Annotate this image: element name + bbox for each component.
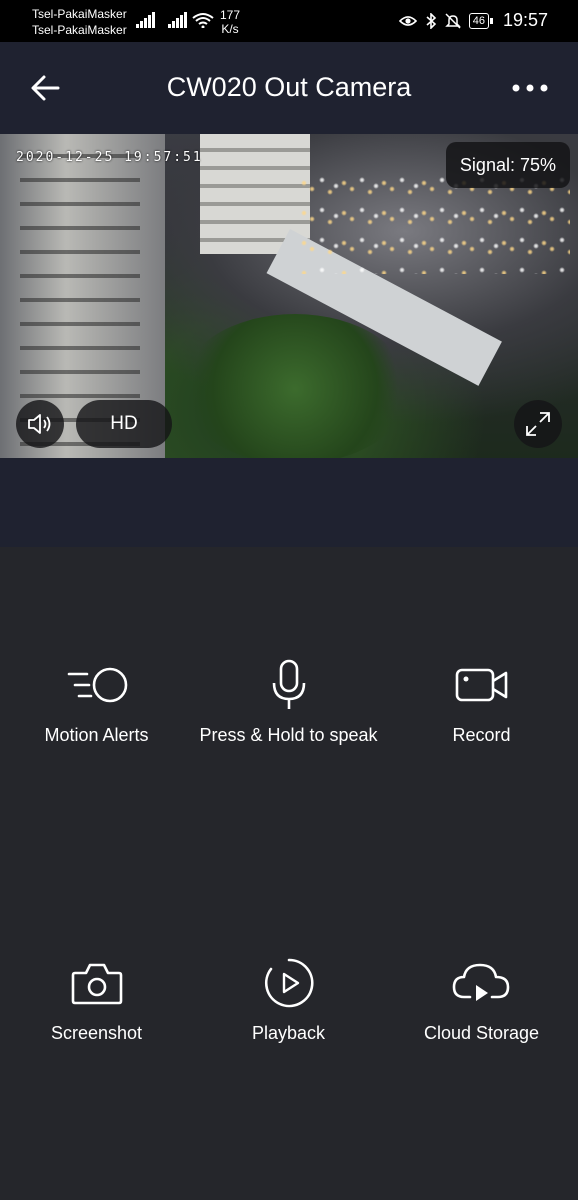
carrier-name-2: Tsel-PakaiMasker — [32, 23, 127, 37]
motion-alerts-button[interactable]: Motion Alerts — [0, 657, 193, 746]
network-speed: 177 K/s — [220, 8, 240, 36]
screenshot-label: Screenshot — [50, 1023, 143, 1043]
more-options-button[interactable] — [510, 76, 550, 100]
signal-strength-badge: Signal: 75% — [445, 142, 570, 188]
bluetooth-icon — [426, 12, 436, 29]
wifi-icon — [192, 13, 214, 28]
quality-toggle-button[interactable]: HD — [76, 400, 172, 448]
live-video-feed[interactable]: 2020-12-25 19:57:51 Signal: 75% HD — [0, 134, 578, 458]
playback-icon — [264, 958, 314, 1008]
fullscreen-icon — [526, 412, 550, 436]
speaker-icon — [28, 414, 51, 434]
network-speed-unit: K/s — [221, 22, 239, 36]
fullscreen-button[interactable] — [514, 400, 562, 448]
motion-alerts-icon — [67, 667, 127, 703]
eye-icon — [398, 15, 417, 26]
video-timestamp: 2020-12-25 19:57:51 — [16, 150, 203, 165]
cloud-storage-label: Cloud Storage — [423, 1023, 540, 1043]
camera-icon — [71, 963, 122, 1005]
video-camera-icon — [455, 668, 507, 702]
playback-label: Playback — [251, 1023, 326, 1043]
video-scene-city-lights — [300, 174, 570, 274]
playback-button[interactable]: Playback — [192, 955, 385, 1044]
press-to-speak-button[interactable]: Press & Hold to speak — [192, 657, 385, 746]
press-to-speak-label: Press & Hold to speak — [199, 725, 378, 745]
screenshot-button[interactable]: Screenshot — [0, 955, 193, 1044]
page-title: CW020 Out Camera — [166, 72, 412, 102]
record-label: Record — [452, 725, 511, 745]
cell-signal-icon — [136, 12, 155, 28]
battery-indicator: 46 — [468, 12, 494, 29]
carrier-name-1: Tsel-PakaiMasker — [32, 7, 127, 21]
cloud-storage-button[interactable]: Cloud Storage — [385, 955, 578, 1044]
status-bar: Tsel-PakaiMasker Tsel-PakaiMasker 177 K/… — [0, 0, 578, 42]
video-scene-garden — [180, 314, 410, 458]
bell-muted-icon — [444, 12, 461, 29]
cell-signal-icon-2 — [168, 12, 187, 28]
more-dots-icon — [512, 84, 548, 92]
network-speed-value: 177 — [220, 8, 241, 22]
record-button[interactable]: Record — [385, 657, 578, 746]
cloud-play-icon — [452, 963, 509, 1001]
controls-panel: Motion Alerts Press & Hold to speak Reco… — [0, 547, 578, 1200]
status-icons: 46 19:57 — [398, 10, 548, 31]
app-bar: CW020 Out Camera — [0, 42, 578, 134]
clock: 19:57 — [502, 10, 548, 30]
sound-toggle-button[interactable] — [16, 400, 64, 448]
microphone-icon — [272, 659, 305, 709]
video-spacer — [0, 458, 578, 547]
motion-alerts-label: Motion Alerts — [44, 725, 149, 745]
